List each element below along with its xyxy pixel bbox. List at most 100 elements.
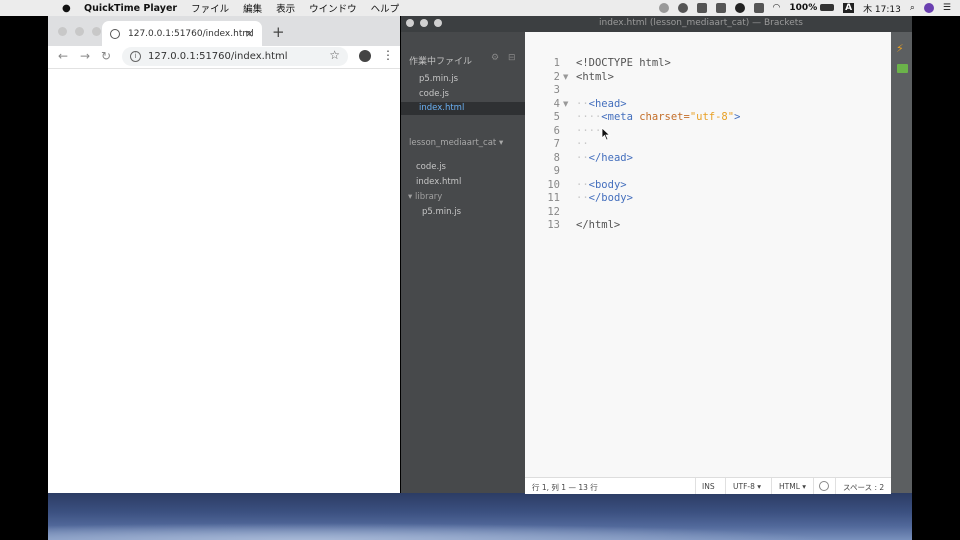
apple-menu-icon[interactable]: ●: [62, 3, 72, 14]
fold-arrow-icon[interactable]: ▼: [563, 73, 568, 81]
line-number: 2: [553, 71, 560, 83]
url-text: 127.0.0.1:51760/index.html: [148, 51, 288, 62]
whitespace-marker: ··: [576, 192, 589, 204]
minimize-window-button[interactable]: [75, 27, 84, 36]
line-number: 8: [553, 152, 560, 164]
info-icon[interactable]: i: [130, 51, 141, 62]
more-menu-icon[interactable]: ⋮: [382, 48, 394, 62]
whitespace-marker: ··: [576, 98, 589, 110]
minimize-window-button[interactable]: [420, 19, 428, 27]
record-icon[interactable]: [658, 2, 669, 14]
insert-mode[interactable]: INS: [702, 482, 715, 491]
globe-icon: [110, 28, 120, 39]
line-number: 12: [547, 206, 560, 218]
back-icon[interactable]: ←: [58, 49, 68, 63]
file-sidebar: 作業中ファイル ⚙ ⊟ p5.min.js code.js index.html…: [401, 32, 525, 493]
tab-close-icon[interactable]: ×: [245, 27, 254, 40]
creative-cloud-icon[interactable]: [677, 2, 688, 14]
code-line-4: ··<head>: [576, 98, 627, 110]
linter-status-icon[interactable]: [819, 481, 829, 491]
tree-file-index[interactable]: index.html: [416, 176, 461, 189]
desktop-background: [48, 493, 912, 540]
indent-spaces[interactable]: スペース : 2: [843, 482, 884, 493]
cloud-icon[interactable]: [734, 2, 745, 14]
code-line-11: ··</body>: [576, 192, 633, 204]
head-open-tag: <head>: [588, 98, 627, 110]
language-dropdown[interactable]: HTML ▾: [779, 482, 806, 491]
siri-icon[interactable]: [923, 2, 934, 14]
tab-title: 127.0.0.1:51760/index.html: [128, 28, 254, 39]
zoom-window-button[interactable]: [92, 27, 101, 36]
whitespace-marker: ··: [576, 152, 589, 164]
project-dropdown[interactable]: lesson_mediaart_cat ▾: [409, 138, 503, 148]
forward-icon[interactable]: →: [80, 49, 90, 63]
menu-edit[interactable]: 編集: [243, 1, 262, 15]
line-number: 7: [553, 138, 560, 150]
cursor-position: 行 1, 列 1 — 13 行: [532, 483, 598, 492]
input-source-icon[interactable]: A: [843, 3, 855, 13]
code-line-10: ··<body>: [576, 179, 627, 191]
mouse-pointer-icon: [601, 127, 611, 141]
encoding-dropdown[interactable]: UTF-8 ▾: [733, 482, 761, 491]
whitespace-marker: ··: [576, 179, 589, 191]
notification-icon[interactable]: [696, 2, 707, 14]
spotlight-search-icon[interactable]: ⌕: [910, 3, 915, 13]
window-controls: [58, 27, 101, 36]
brackets-window: index.html (lesson_mediaart_cat) — Brack…: [401, 16, 912, 494]
code-line-6: ····: [576, 125, 601, 137]
close-window-button[interactable]: [406, 19, 414, 27]
line-number: 1: [553, 57, 560, 69]
line-number: 5: [553, 111, 560, 123]
zoom-window-button[interactable]: [434, 19, 442, 27]
battery-status[interactable]: 100%: [789, 3, 835, 13]
head-close-tag: </head>: [588, 152, 633, 164]
code-line-1: <!DOCTYPE html>: [576, 57, 671, 69]
keyboard-icon[interactable]: [753, 2, 764, 14]
tree-file-p5[interactable]: p5.min.js: [422, 206, 461, 219]
new-tab-button[interactable]: +: [272, 23, 285, 41]
fold-arrow-icon[interactable]: ▼: [563, 100, 568, 108]
code-line-5: ····<meta charset="utf-8">: [576, 111, 740, 123]
app-menu[interactable]: QuickTime Player: [84, 3, 177, 14]
window-title: index.html (lesson_mediaart_cat) — Brack…: [599, 18, 803, 28]
whitespace-marker: ····: [576, 125, 602, 137]
gear-icon[interactable]: ⚙: [491, 53, 499, 63]
working-file-code[interactable]: code.js: [401, 88, 525, 101]
working-file-p5[interactable]: p5.min.js: [401, 73, 525, 86]
menu-bar: ● QuickTime Player ファイル 編集 表示 ウインドウ ヘルプ …: [0, 0, 960, 16]
code-line-2: <html>: [576, 71, 614, 83]
browser-tab[interactable]: 127.0.0.1:51760/index.html ×: [102, 21, 262, 46]
reload-icon[interactable]: ↻: [101, 49, 111, 63]
split-view-icon[interactable]: ⊟: [508, 53, 516, 63]
close-window-button[interactable]: [58, 27, 67, 36]
line-number: 11: [547, 192, 560, 204]
whitespace-marker: ··: [576, 138, 589, 150]
clipboard-icon[interactable]: [715, 2, 726, 14]
page-viewport[interactable]: [48, 69, 400, 493]
line-number: 13: [547, 219, 560, 231]
bookmark-star-icon[interactable]: ☆: [329, 48, 340, 62]
window-controls: [406, 19, 442, 27]
clock[interactable]: 木 17:13: [863, 2, 901, 15]
extension-manager-icon[interactable]: [897, 64, 908, 73]
browser-toolbar: ← → ↻ i 127.0.0.1:51760/index.html ☆ ⋮: [48, 46, 400, 69]
profile-avatar-icon[interactable]: [359, 50, 371, 62]
notification-center-icon[interactable]: ☰: [943, 3, 951, 13]
wifi-icon[interactable]: ◠: [773, 3, 781, 13]
menu-file[interactable]: ファイル: [191, 1, 229, 15]
tree-file-code[interactable]: code.js: [416, 161, 446, 174]
menu-view[interactable]: 表示: [276, 1, 295, 15]
line-number: 10: [547, 179, 560, 191]
code-line-8: ··</head>: [576, 152, 633, 164]
menu-window[interactable]: ウインドウ: [309, 1, 357, 15]
working-file-index[interactable]: index.html: [401, 102, 525, 115]
live-preview-icon[interactable]: ⚡: [896, 42, 904, 55]
folder-label: library: [414, 192, 443, 202]
meta-tag: <meta: [601, 111, 633, 123]
sidebar-tools: ⚙ ⊟: [491, 53, 516, 63]
menu-help[interactable]: ヘルプ: [371, 1, 400, 15]
tree-folder-library[interactable]: ▾ library: [408, 191, 442, 204]
charset-attr: charset=: [639, 111, 690, 123]
code-editor[interactable]: 1 2 3 4 5 6 7 8 9 10 11 12 13 ▼ ▼ <!DOCT…: [525, 32, 891, 493]
address-bar[interactable]: i 127.0.0.1:51760/index.html ☆: [122, 47, 348, 66]
